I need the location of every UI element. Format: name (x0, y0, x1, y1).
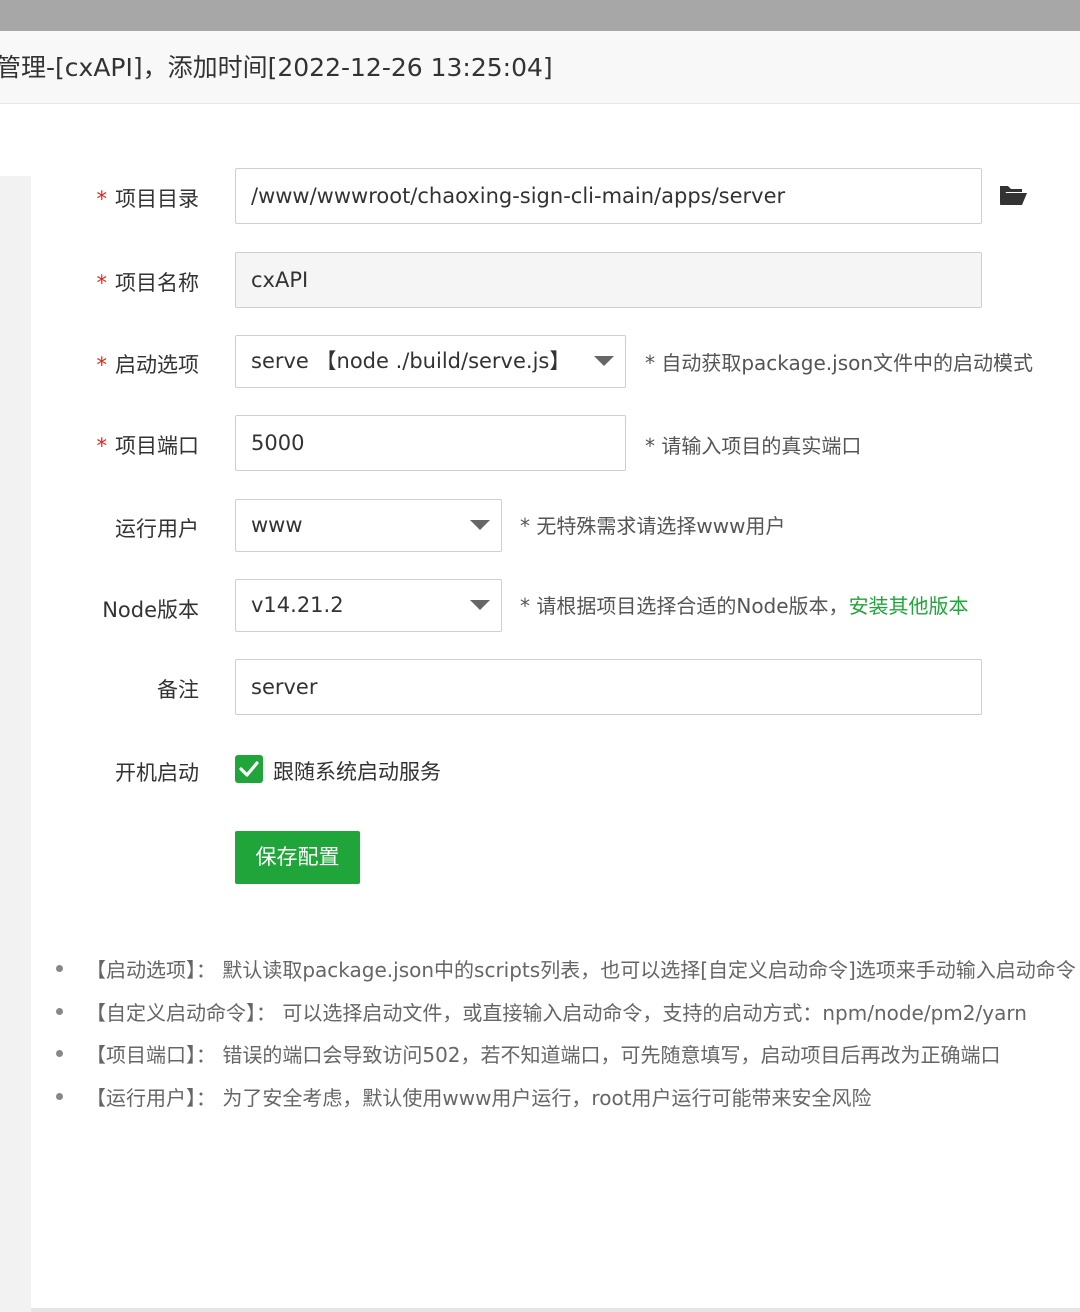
autostart-label: 开机启动 (115, 761, 199, 785)
dialog-title: 管理-[cxAPI]，添加时间[2022-12-26 13:25:04] (0, 53, 553, 82)
save-config-button[interactable]: 保存配置 (235, 831, 360, 884)
autostart-checkbox[interactable] (235, 755, 263, 783)
list-item: 【自定义启动命令】： 可以选择启动文件，或直接输入启动命令，支持的启动方式：np… (0, 995, 1080, 1027)
required-mark: * (96, 187, 108, 211)
required-mark: * (96, 271, 108, 295)
list-item: 【启动选项】： 默认读取package.json中的scripts列表，也可以选… (0, 952, 1080, 984)
chevron-down-icon (594, 356, 614, 366)
required-mark: * (96, 434, 108, 458)
start-option-select[interactable]: serve 【node ./build/serve.js】 (235, 335, 626, 388)
bullet (56, 965, 63, 972)
project-name-label: * 项目名称 (96, 271, 200, 295)
remark-input[interactable]: server (235, 659, 982, 715)
run-user-hint: * 无特殊需求请选择www用户 (520, 514, 786, 538)
list-item: 【运行用户】： 为了安全考虑，默认使用www用户运行，root用户运行可能带来安… (0, 1080, 1080, 1112)
run-user-value: www (251, 513, 303, 537)
bullet (56, 1050, 63, 1057)
remark-label: 备注 (157, 678, 199, 702)
start-option-value: serve 【node ./build/serve.js】 (251, 349, 571, 373)
project-port-input[interactable]: 5000 (235, 415, 626, 471)
run-user-label: 运行用户 (115, 517, 199, 541)
list-item: 【项目端口】： 错误的端口会导致访问502，若不知道端口，可先随意填写，启动项目… (0, 1037, 1080, 1069)
bullet (56, 1008, 63, 1015)
start-option-hint: * 自动获取package.json文件中的启动模式 (645, 351, 1034, 375)
check-icon (239, 761, 259, 777)
left-strip-top (0, 104, 31, 176)
chevron-down-icon (470, 520, 490, 530)
node-version-select[interactable]: v14.21.2 (235, 579, 502, 632)
run-user-select[interactable]: www (235, 499, 502, 552)
chevron-down-icon (470, 600, 490, 610)
node-version-value: v14.21.2 (251, 593, 344, 617)
bullet (56, 1093, 63, 1100)
project-name-input[interactable]: cxAPI (235, 252, 982, 308)
project-port-hint: * 请输入项目的真实端口 (645, 434, 862, 458)
node-version-label: Node版本 (102, 598, 199, 622)
project-dir-label: * 项目目录 (96, 187, 200, 211)
autostart-checkbox-label[interactable]: 跟随系统启动服务 (273, 756, 441, 786)
start-option-label: * 启动选项 (96, 353, 200, 377)
left-sidebar-edge (0, 104, 31, 1312)
window-top-bar (0, 0, 1080, 31)
folder-open-icon[interactable] (998, 183, 1028, 207)
dialog-title-bar: 管理-[cxAPI]，添加时间[2022-12-26 13:25:04] (0, 31, 1080, 104)
install-other-version-link[interactable]: 安装其他版本 (849, 594, 969, 618)
node-version-hint: * 请根据项目选择合适的Node版本，安装其他版本 (520, 594, 969, 618)
project-port-label: * 项目端口 (96, 434, 200, 458)
bottom-divider (31, 1308, 1080, 1312)
project-dir-input[interactable]: /www/wwwroot/chaoxing-sign-cli-main/apps… (235, 168, 982, 224)
required-mark: * (96, 353, 108, 377)
